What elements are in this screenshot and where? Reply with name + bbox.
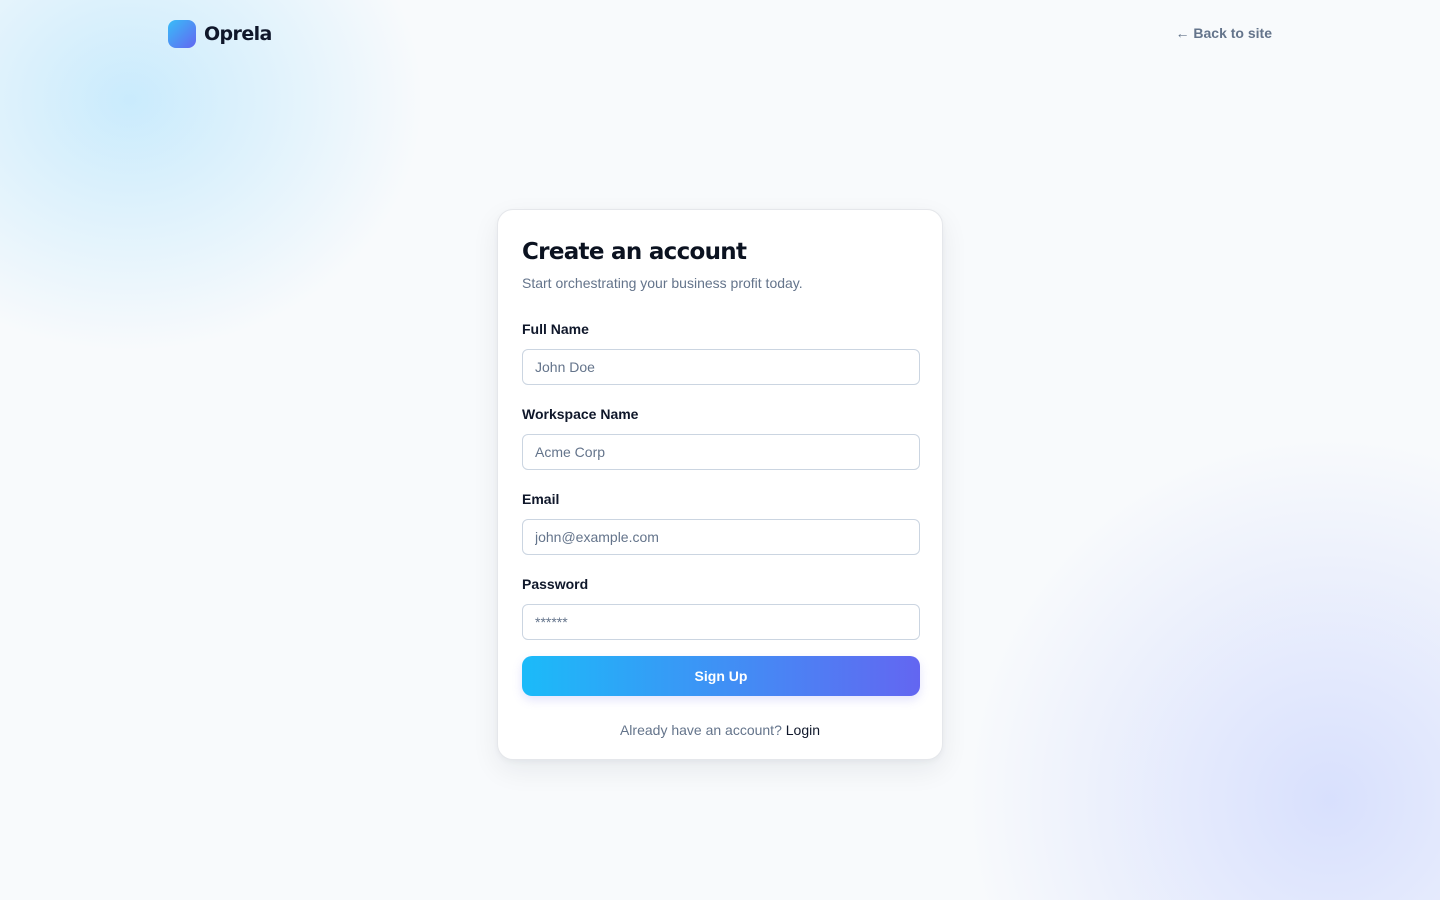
password-field: Password [522,575,920,640]
email-field: Email [522,490,920,555]
password-label: Password [522,576,589,592]
page-title: Create an account [522,239,747,265]
back-to-site-link[interactable]: ← Back to site [1176,25,1272,41]
full-name-label: Full Name [522,321,589,337]
signup-card: Create an account Start orchestrating yo… [497,209,943,760]
password-input[interactable] [522,604,920,640]
full-name-field: Full Name [522,320,920,385]
brand-logo-icon [168,20,196,48]
brand-name: Oprela [204,23,272,45]
page-subtitle: Start orchestrating your business profit… [522,275,803,291]
login-link[interactable]: Login [786,722,820,738]
sign-up-button[interactable]: Sign Up [522,656,920,696]
full-name-input[interactable] [522,349,920,385]
workspace-name-field: Workspace Name [522,405,920,470]
email-input[interactable] [522,519,920,555]
email-label: Email [522,491,560,507]
workspace-name-input[interactable] [522,434,920,470]
brand-logo[interactable]: Oprela [168,20,272,48]
login-prompt-text: Already have an account? [619,722,782,738]
workspace-name-label: Workspace Name [522,406,639,422]
login-prompt-row: Already have an account? Login [522,721,918,739]
